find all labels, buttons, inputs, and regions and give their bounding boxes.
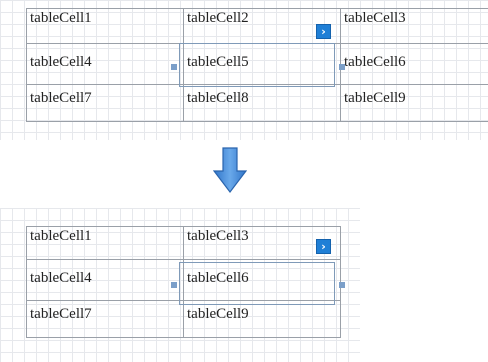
cell-label: tableCell1 [30, 10, 92, 26]
cell-label: tableCell6 [344, 54, 406, 70]
table-cell[interactable]: tableCell1 [26, 8, 184, 44]
table-row: tableCell1 tableCell2 tableCell3 [26, 8, 488, 44]
table-row: tableCell7 tableCell9 [26, 300, 341, 338]
table-row: tableCell4 tableCell6 [26, 259, 341, 301]
down-arrow-icon [213, 147, 247, 193]
table-before[interactable]: tableCell1 tableCell2 tableCell3 tableCe… [26, 8, 488, 122]
cell-label: tableCell5 [187, 54, 249, 70]
table-cell[interactable]: tableCell4 [26, 43, 184, 85]
cell-label: tableCell4 [30, 54, 92, 70]
table-cell-selected[interactable]: tableCell6 [183, 259, 341, 301]
cell-label: tableCell6 [187, 270, 249, 286]
table-cell-selected[interactable]: tableCell5 [183, 43, 341, 85]
table-cell[interactable]: tableCell3 [340, 8, 488, 44]
resize-handle-right[interactable] [339, 64, 345, 70]
cell-label: tableCell9 [187, 306, 249, 322]
resize-handle-left[interactable] [171, 282, 177, 288]
table-row: tableCell1 tableCell3 [26, 226, 341, 260]
table-cell[interactable]: tableCell7 [26, 84, 184, 122]
cell-label: tableCell4 [30, 270, 92, 286]
table-row: tableCell4 tableCell5 tableCell6 [26, 43, 488, 85]
cell-label: tableCell9 [344, 90, 406, 106]
table-cell[interactable]: tableCell8 [183, 84, 341, 122]
table-cell[interactable]: tableCell1 [26, 226, 184, 260]
table-cell[interactable]: tableCell9 [340, 84, 488, 122]
smart-tag-button[interactable]: › [316, 239, 331, 254]
table-row: tableCell7 tableCell8 tableCell9 [26, 84, 488, 122]
table-after[interactable]: tableCell1 tableCell3 tableCell4 tableCe… [26, 226, 341, 338]
resize-handle-left[interactable] [171, 64, 177, 70]
table-cell[interactable]: tableCell6 [340, 43, 488, 85]
table-cell[interactable]: tableCell7 [26, 300, 184, 338]
cell-label: tableCell8 [187, 90, 249, 106]
cell-label: tableCell7 [30, 90, 92, 106]
table-cell[interactable]: tableCell9 [183, 300, 341, 338]
smart-tag-button[interactable]: › [316, 24, 331, 39]
cell-label: tableCell7 [30, 306, 92, 322]
resize-handle-right[interactable] [339, 282, 345, 288]
cell-label: tableCell3 [344, 10, 406, 26]
cell-label: tableCell1 [30, 228, 92, 244]
table-cell[interactable]: tableCell4 [26, 259, 184, 301]
